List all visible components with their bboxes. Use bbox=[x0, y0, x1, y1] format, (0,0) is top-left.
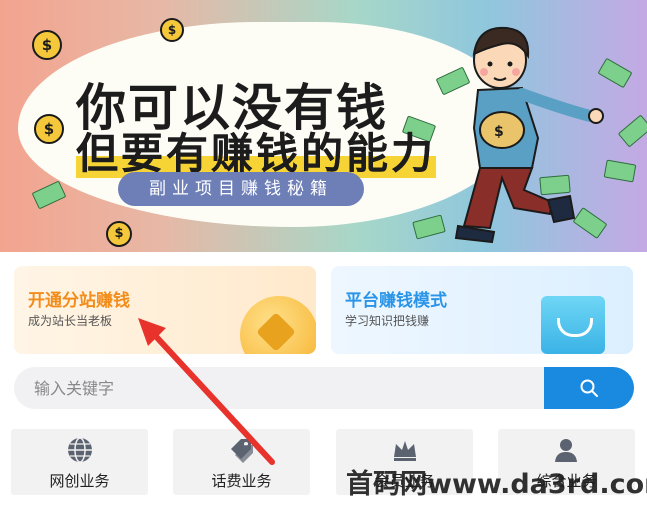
card-subtitle: 成为站长当老板 bbox=[28, 314, 113, 328]
nav-item-label: 话费业务 bbox=[211, 472, 272, 490]
globe-icon bbox=[67, 437, 92, 463]
dollar-coin-icon: $ bbox=[34, 114, 64, 144]
gold-coin-icon bbox=[240, 296, 316, 354]
user-icon bbox=[554, 439, 577, 462]
card-title: 开通分站赚钱 bbox=[28, 291, 130, 311]
dollar-coin-icon: $ bbox=[160, 18, 184, 42]
card-subtitle: 学习知识把钱赚 bbox=[345, 314, 430, 328]
open-substation-card[interactable]: 开通分站赚钱 成为站长当老板 bbox=[14, 266, 316, 354]
hero-banner[interactable]: $ $ $ $ $ 你可以没有钱 但要有赚钱的能力 副业项目赚钱秘籍 bbox=[0, 0, 647, 252]
money-bill-icon bbox=[617, 114, 647, 148]
nav-item-label: 网创业务 bbox=[49, 472, 110, 490]
tags-icon bbox=[230, 439, 253, 463]
dollar-coin-icon: $ bbox=[32, 30, 62, 60]
money-bill-icon bbox=[31, 180, 67, 210]
banner-pill-label[interactable]: 副业项目赚钱秘籍 bbox=[118, 172, 364, 206]
shopping-bag-icon bbox=[541, 296, 605, 354]
search-button[interactable] bbox=[544, 367, 634, 409]
dollar-coin-icon: $ bbox=[106, 221, 132, 247]
watermark-text: 首码网www.da3rd.com bbox=[346, 469, 647, 500]
svg-text:$: $ bbox=[494, 124, 504, 140]
platform-earning-card[interactable]: 平台赚钱模式 学习知识把钱赚 bbox=[331, 266, 633, 354]
search-icon bbox=[580, 379, 598, 397]
search-bar bbox=[14, 367, 634, 409]
search-input[interactable] bbox=[14, 367, 534, 409]
crown-icon bbox=[393, 441, 416, 461]
nav-item-online-business[interactable]: 网创业务 bbox=[11, 429, 148, 495]
card-title: 平台赚钱模式 bbox=[345, 291, 447, 311]
nav-item-phone-bill[interactable]: 话费业务 bbox=[173, 429, 310, 495]
running-man-illustration: $ bbox=[454, 26, 604, 244]
